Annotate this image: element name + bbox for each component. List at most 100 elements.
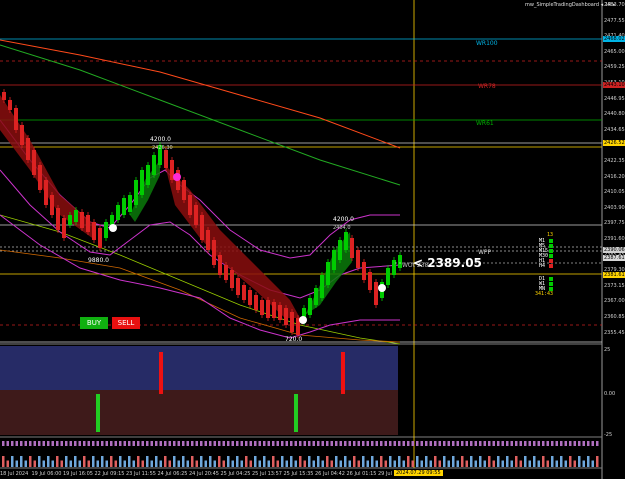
- candle-body: [386, 268, 390, 285]
- histogram-top-bar: [245, 441, 248, 446]
- histogram-bar: [330, 460, 333, 467]
- histogram-top-bar: [132, 441, 135, 446]
- histogram-bar: [114, 460, 117, 467]
- oscillator-panel-lower: [0, 390, 398, 435]
- histogram-bar: [78, 460, 81, 467]
- histogram-top-bar: [222, 441, 225, 446]
- histogram-bar: [249, 460, 252, 467]
- price-level-box: 2381.61: [603, 272, 625, 278]
- histogram-top-bar: [299, 441, 302, 446]
- histogram-top-bar: [366, 441, 369, 446]
- histogram-top-bar: [434, 441, 437, 446]
- histogram-bar: [560, 456, 563, 467]
- histogram-top-bar: [15, 441, 18, 446]
- histogram-top-bar: [380, 441, 383, 446]
- histogram-bar: [357, 460, 360, 467]
- candle-body: [278, 305, 282, 320]
- histogram-top-bar: [524, 441, 527, 446]
- swing-low-label: 9880.0: [88, 257, 109, 264]
- histogram-bar: [285, 460, 288, 467]
- histogram-bar: [335, 456, 338, 467]
- histogram-bar: [375, 460, 378, 467]
- candle-body: [248, 290, 252, 305]
- histogram-bar: [177, 460, 180, 467]
- histogram-top-bar: [47, 441, 50, 446]
- histogram-bar: [105, 460, 108, 467]
- time-tick-label: 24 Jul 06:25: [157, 471, 188, 477]
- histogram-top-bar: [240, 441, 243, 446]
- histogram-top-bar: [344, 441, 347, 446]
- histogram-top-bar: [294, 441, 297, 446]
- histogram-top-bar: [182, 441, 185, 446]
- histogram-top-bar: [389, 441, 392, 446]
- histogram-top-bar: [51, 441, 54, 446]
- histogram-bar: [96, 460, 99, 467]
- histogram-top-bar: [114, 441, 117, 446]
- histogram-top-bar: [123, 441, 126, 446]
- histogram-bar: [24, 460, 27, 467]
- histogram-bar: [2, 456, 5, 467]
- histogram-bar: [294, 460, 297, 467]
- histogram-top-bar: [96, 441, 99, 446]
- histogram-bar: [474, 460, 477, 467]
- candle-body: [308, 298, 312, 315]
- swing-high-price-2: 2404.0: [333, 225, 351, 231]
- histogram-top-bar: [402, 441, 405, 446]
- time-tick-label: 19 Jul 06:00: [31, 471, 62, 477]
- candle-body: [188, 195, 192, 215]
- price-chart[interactable]: [0, 0, 625, 479]
- histogram-top-bar: [141, 441, 144, 446]
- candle-body: [266, 300, 270, 318]
- oscillator-panel-upper: [0, 346, 398, 390]
- histogram-top-bar: [465, 441, 468, 446]
- histogram-bar: [465, 460, 468, 467]
- histogram-bar: [222, 460, 225, 467]
- histogram-top-bar: [33, 441, 36, 446]
- histogram-top-bar: [236, 441, 239, 446]
- histogram-top-bar: [249, 441, 252, 446]
- histogram-top-bar: [65, 441, 68, 446]
- histogram-top-bar: [443, 441, 446, 446]
- histogram-bar: [47, 456, 50, 467]
- time-tick-label: 23 Jul 11:55: [126, 471, 156, 477]
- price-tick-label: 2373.15: [604, 282, 625, 289]
- dashboard-signal-square: [549, 254, 553, 258]
- histogram-top-bar: [335, 441, 338, 446]
- histogram-top-bar: [146, 441, 149, 446]
- histogram-top-bar: [569, 441, 572, 446]
- histogram-bar: [245, 456, 248, 467]
- histogram-bar: [141, 460, 144, 467]
- histogram-top-bar: [398, 441, 401, 446]
- price-level-box: 2443.10: [603, 82, 625, 88]
- histogram-bar: [164, 456, 167, 467]
- histogram-bar: [33, 460, 36, 467]
- sell-button[interactable]: SELL: [112, 317, 140, 329]
- histogram-bar: [488, 456, 491, 467]
- histogram-bar: [299, 456, 302, 467]
- histogram-top-bar: [555, 441, 558, 446]
- candle-body: [350, 238, 354, 258]
- dashboard-signal-square: [549, 277, 553, 281]
- dashboard-signal-square: [549, 244, 553, 248]
- current-price-label: < 2389.05: [413, 256, 482, 270]
- histogram-top-bar: [479, 441, 482, 446]
- histogram-top-bar: [587, 441, 590, 446]
- ma-orange-line: [0, 39, 401, 149]
- price-level-box: 2387.61: [603, 255, 625, 261]
- level-label-wr100: WR100: [476, 40, 498, 47]
- histogram-bar: [87, 460, 90, 467]
- price-tick-label: 2355.45: [604, 329, 625, 336]
- histogram-bar: [137, 456, 140, 467]
- candle-body: [260, 300, 264, 315]
- signal-dot: [173, 173, 181, 181]
- histogram-bar: [69, 460, 72, 467]
- histogram-bar: [456, 460, 459, 467]
- dashboard-signal-square: [549, 239, 553, 243]
- histogram-bar: [209, 456, 212, 467]
- price-tick-label: 2403.90: [604, 204, 625, 211]
- candle-body: [254, 295, 258, 310]
- buy-button[interactable]: BUY: [80, 317, 108, 329]
- histogram-bar: [483, 460, 486, 467]
- histogram-top-bar: [218, 441, 221, 446]
- dashboard-total: 341:43: [535, 291, 554, 297]
